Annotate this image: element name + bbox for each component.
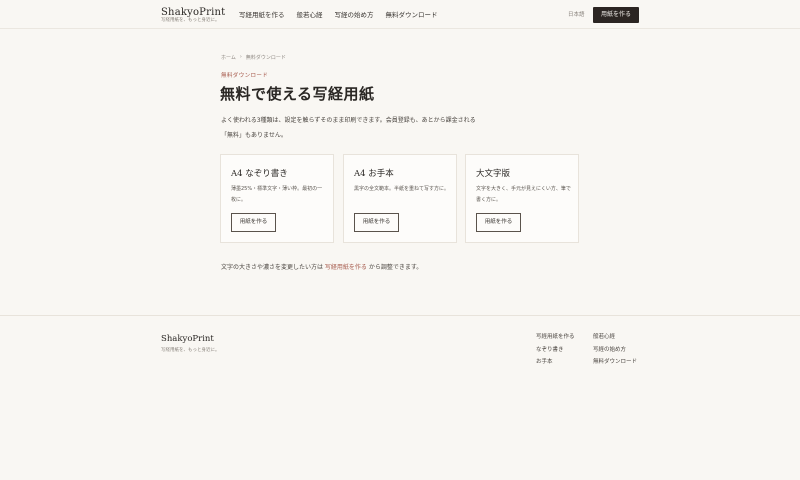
nav-free-download[interactable]: 無料ダウンロード <box>386 11 438 19</box>
lead-line-2: 「無料」もありません。 <box>221 132 287 139</box>
note-text-after: から調整できます。 <box>366 264 423 271</box>
card-title: 大文字版 <box>476 169 511 179</box>
card-make-paper-button[interactable]: 用紙を作る <box>354 213 399 232</box>
brand-logo[interactable]: ShakyoPrint 写経用紙を、もっと身近に。 <box>161 7 225 24</box>
footer-brand-name[interactable]: ShakyoPrint <box>161 334 214 344</box>
card-description: 文字を大きく、手元が見えにくい方、筆で書く方に。 <box>476 186 571 203</box>
language-switcher[interactable]: 日本語 <box>568 12 585 19</box>
adjust-note: 文字の大きさや濃さを変更したい方は 写経用紙を作る から調整できます。 <box>221 262 422 271</box>
site-header: ShakyoPrint 写経用紙を、もっと身近に。 写経用紙を作る 般若心経 写… <box>0 0 800 29</box>
card-title: A4 なぞり書き <box>231 169 288 179</box>
nav-how-to-start[interactable]: 写経の始め方 <box>335 11 374 19</box>
card-a4-model: A4 お手本 黒字の全文範本。半紙を重ねて写す方に。 用紙を作る <box>343 154 457 243</box>
main-nav: 写経用紙を作る 般若心経 写経の始め方 無料ダウンロード <box>239 11 438 19</box>
brand-tagline: 写経用紙を、もっと身近に。 <box>161 18 220 23</box>
footer-links-col-2: 般若心経 写経の始め方 無料ダウンロード <box>593 334 637 367</box>
card-large-print: 大文字版 文字を大きく、手元が見えにくい方、筆で書く方に。 用紙を作る <box>465 154 579 243</box>
page-title: 無料で使える写経用紙 <box>220 85 375 103</box>
site-footer: ShakyoPrint 写経用紙を、もっと身近に。 写経用紙を作る なぞり書き … <box>0 315 800 480</box>
nav-make-paper[interactable]: 写経用紙を作る <box>239 11 285 19</box>
card-title: A4 お手本 <box>354 169 394 179</box>
header-make-paper-button[interactable]: 用紙を作る <box>593 7 639 23</box>
lead-text: よく使われる3種類は、設定を触らずそのまま印刷できます。会員登録も、あとから課金… <box>221 113 511 143</box>
footer-link-tracing[interactable]: なぞり書き <box>536 347 575 355</box>
footer-link-make-paper[interactable]: 写経用紙を作る <box>536 334 575 342</box>
note-make-paper-link[interactable]: 写経用紙を作る <box>325 264 367 271</box>
breadcrumb-current: 無料ダウンロード <box>245 55 286 61</box>
section-eyebrow: 無料ダウンロード <box>221 73 269 79</box>
card-make-paper-button[interactable]: 用紙を作る <box>231 213 276 232</box>
nav-heart-sutra[interactable]: 般若心経 <box>297 11 323 19</box>
footer-link-how-to-start[interactable]: 写経の始め方 <box>593 347 637 355</box>
card-make-paper-button[interactable]: 用紙を作る <box>476 213 521 232</box>
footer-tagline: 写経用紙を、もっと身近に。 <box>161 348 220 353</box>
card-description: 薄墨25%・標準文字・薄い枠。最初の一枚に。 <box>231 186 323 203</box>
footer-links-col-1: 写経用紙を作る なぞり書き お手本 <box>536 334 575 367</box>
lead-line-1: よく使われる3種類は、設定を触らずそのまま印刷できます。会員登録も、あとから課金… <box>221 117 476 124</box>
card-description: 黒字の全文範本。半紙を重ねて写す方に。 <box>354 186 450 192</box>
footer-link-free-download[interactable]: 無料ダウンロード <box>593 359 637 367</box>
breadcrumb-home[interactable]: ホーム <box>221 54 236 61</box>
footer-link-heart-sutra[interactable]: 般若心経 <box>593 334 637 342</box>
breadcrumb: ホーム › 無料ダウンロード <box>221 54 286 61</box>
breadcrumb-separator: › <box>239 54 242 60</box>
brand-name: ShakyoPrint <box>161 7 226 18</box>
note-text-before: 文字の大きさや濃さを変更したい方は <box>221 264 325 271</box>
card-a4-tracing: A4 なぞり書き 薄墨25%・標準文字・薄い枠。最初の一枚に。 用紙を作る <box>220 154 334 243</box>
footer-link-model[interactable]: お手本 <box>536 359 575 367</box>
